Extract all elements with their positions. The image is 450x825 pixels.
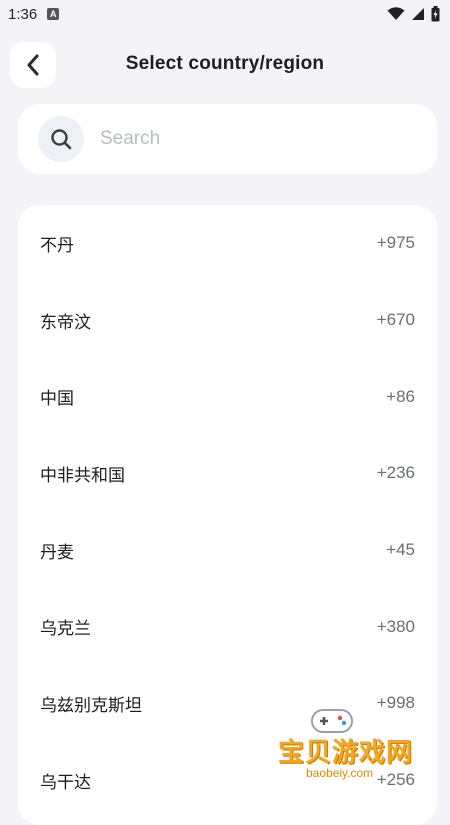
status-bar: 1:36 A xyxy=(0,0,450,28)
country-code: +670 xyxy=(376,310,415,330)
country-name: 中国 xyxy=(40,389,74,409)
search-bar[interactable] xyxy=(18,104,437,174)
list-item[interactable]: 乌克兰 +380 xyxy=(18,588,437,665)
country-code: +45 xyxy=(386,540,415,560)
country-name: 东帝汶 xyxy=(40,312,91,332)
page-title: Select country/region xyxy=(125,53,325,74)
chevron-left-icon xyxy=(27,54,39,76)
signal-icon xyxy=(412,8,424,20)
country-name: 丹麦 xyxy=(40,542,74,562)
list-item[interactable]: 中国 +86 xyxy=(18,358,437,435)
watermark: 宝贝游戏网 baobeiy.com xyxy=(270,700,420,796)
watermark-url: baobeiy.com xyxy=(300,766,380,780)
header: Select country/region xyxy=(0,38,450,90)
country-name: 乌兹别克斯坦 xyxy=(40,695,142,715)
list-item[interactable]: 中非共和国 +236 xyxy=(18,435,437,512)
battery-icon xyxy=(431,6,440,22)
country-name: 中非共和国 xyxy=(40,465,125,485)
list-item[interactable]: 丹麦 +45 xyxy=(18,512,437,589)
list-item[interactable]: 不丹 +975 xyxy=(18,205,437,282)
watermark-text: 宝贝游戏网 xyxy=(278,737,414,767)
country-code: +86 xyxy=(386,386,415,406)
wifi-icon xyxy=(387,7,405,20)
status-time: 1:36 xyxy=(8,5,38,23)
notification-icon: A xyxy=(47,8,60,20)
search-input[interactable] xyxy=(100,128,400,150)
list-item[interactable]: 东帝汶 +670 xyxy=(18,282,437,359)
search-icon xyxy=(38,116,84,162)
country-code: +380 xyxy=(376,616,415,636)
country-code: +975 xyxy=(376,233,415,253)
country-code: +236 xyxy=(376,463,415,483)
back-button[interactable] xyxy=(10,42,56,88)
country-name: 不丹 xyxy=(40,235,74,255)
country-name: 乌干达 xyxy=(40,772,91,792)
status-icons xyxy=(387,6,440,22)
country-name: 乌克兰 xyxy=(40,619,91,639)
